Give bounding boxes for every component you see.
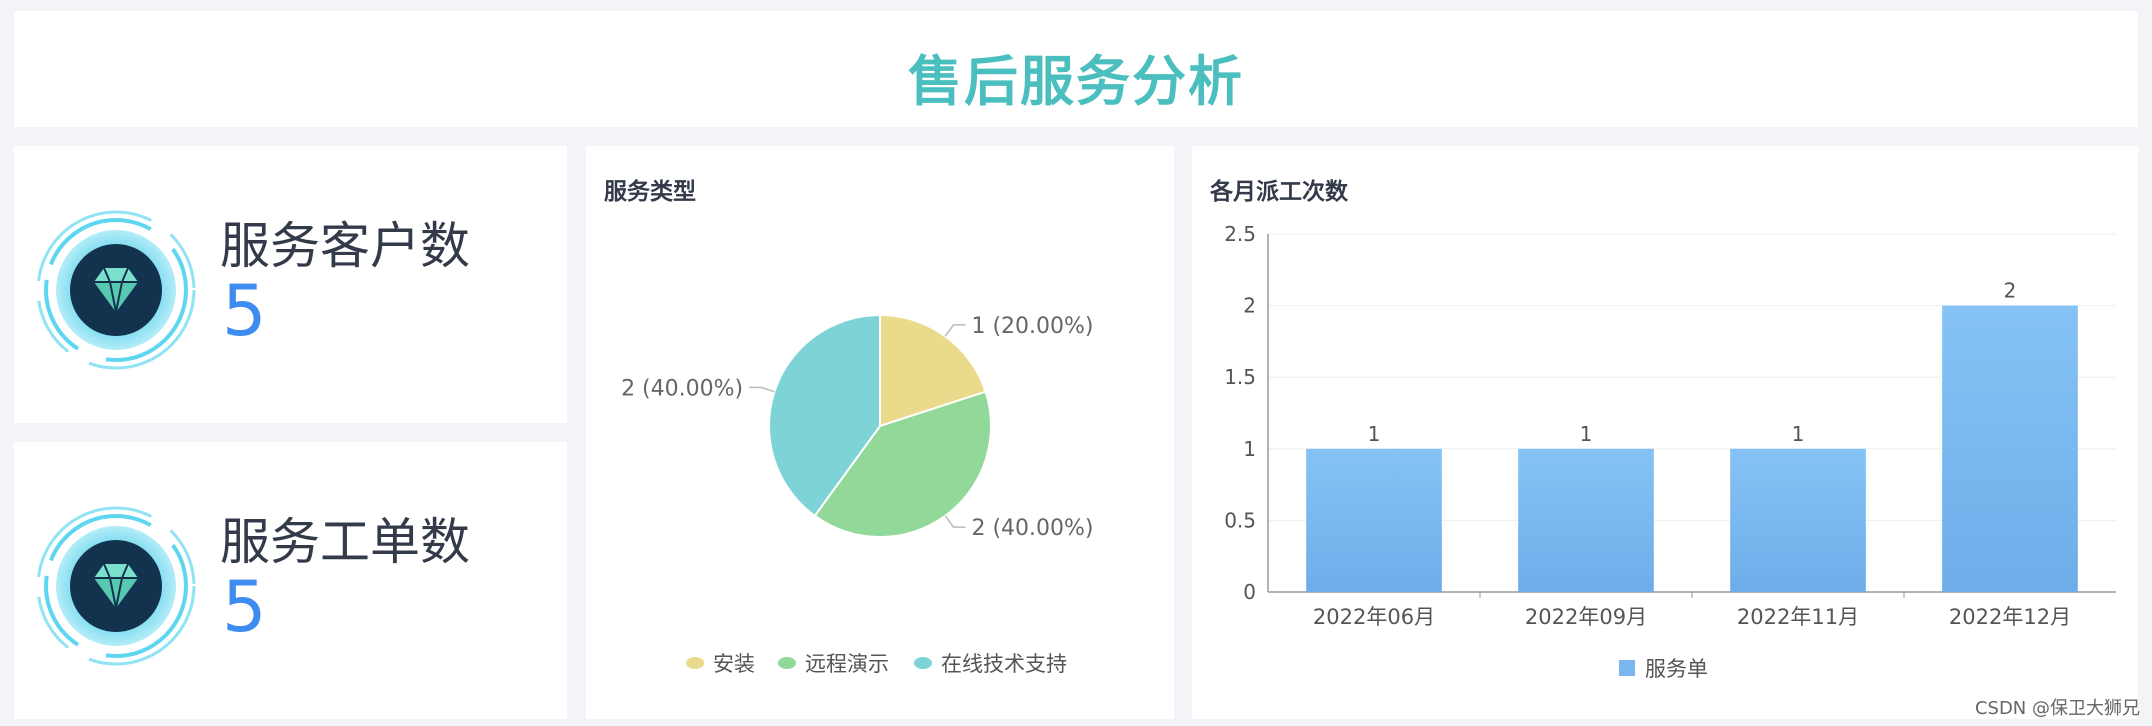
legend-marker (686, 657, 704, 669)
x-tick-label: 2022年11月 (1737, 605, 1859, 629)
legend-label: 在线技术支持 (941, 652, 1067, 676)
kpi-value: 5 (222, 270, 267, 352)
bar (1306, 448, 1442, 592)
diamond-icon (36, 210, 196, 370)
pie-data-label: 1 (20.00%) (971, 314, 1093, 339)
y-tick-label: 0 (1243, 580, 1256, 604)
y-tick-label: 2.5 (1224, 222, 1256, 246)
legend-marker (778, 657, 796, 669)
kpi-value: 5 (222, 566, 267, 648)
pie-label-line (944, 324, 966, 337)
header-panel: 售后服务分析 (14, 11, 2138, 127)
bar-data-label: 1 (1580, 422, 1593, 446)
watermark: CSDN @保卫大狮兄 (1974, 698, 2140, 719)
monthly-dispatch-chart-panel: 各月派工次数 0 0.5 1 1.5 2 2.5 1 2022年06月 1 2022年09月 1 20… (1192, 146, 2138, 719)
kpi-label: 服务工单数 (220, 513, 470, 571)
legend-label: 远程演示 (805, 652, 889, 676)
pie-label-line (944, 515, 966, 528)
bar-data-label: 2 (2004, 279, 2017, 303)
bar-data-label: 1 (1368, 422, 1381, 446)
kpi-card-orders: 服务工单数 5 (14, 442, 567, 719)
bar (1730, 448, 1866, 592)
y-tick-label: 0.5 (1224, 508, 1256, 532)
kpi-card-customers: 服务客户数 5 (14, 146, 567, 423)
service-type-chart-panel: 服务类型 1 (20.00%) 2 (40.00%) 2 (40.00%) 安装 远程演… (586, 146, 1174, 719)
legend-marker (1619, 660, 1635, 676)
pie-chart: 1 (20.00%) 2 (40.00%) 2 (40.00%) 安装 远程演示 在线技术… (621, 314, 1093, 676)
legend-label: 安装 (713, 652, 755, 676)
diamond-icon (36, 506, 196, 666)
x-tick-label: 2022年12月 (1949, 605, 2071, 629)
y-tick-label: 1 (1243, 437, 1256, 461)
kpi-label: 服务客户数 (220, 217, 470, 275)
page-title: 售后服务分析 (908, 50, 1244, 113)
x-tick-label: 2022年09月 (1525, 605, 1647, 629)
y-tick-label: 1.5 (1224, 365, 1256, 389)
bar-data-label: 1 (1792, 422, 1805, 446)
bar (1942, 305, 2078, 592)
bar-chart: 0 0.5 1 1.5 2 2.5 1 2022年06月 1 2022年09月 1 2022年11月 2… (1224, 222, 2116, 681)
pie-data-label: 2 (40.00%) (971, 516, 1093, 541)
bar (1518, 448, 1654, 592)
legend-marker (914, 657, 932, 669)
pie-data-label: 2 (40.00%) (621, 376, 743, 401)
pie-label-line (749, 386, 775, 393)
x-tick-label: 2022年06月 (1313, 605, 1435, 629)
y-tick-label: 2 (1243, 294, 1256, 318)
legend-label: 服务单 (1645, 657, 1708, 681)
